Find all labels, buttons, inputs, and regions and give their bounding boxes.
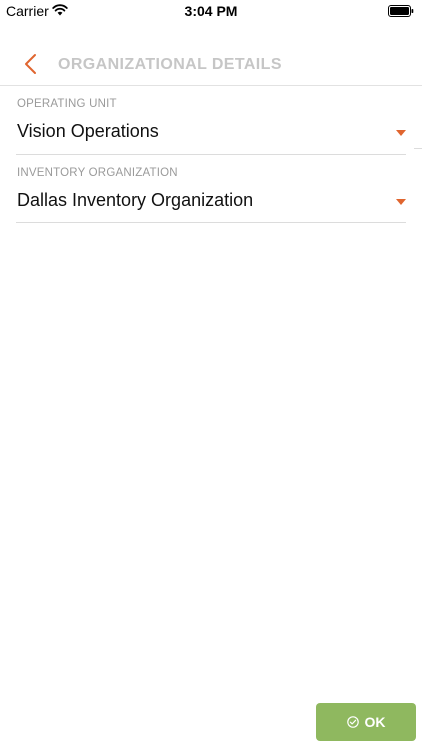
dropdown-arrow-icon[interactable]	[396, 199, 406, 205]
battery-icon	[388, 5, 414, 17]
back-icon[interactable]	[20, 52, 42, 76]
divider	[414, 148, 422, 149]
ok-label: OK	[364, 714, 386, 730]
check-circle-icon	[346, 716, 359, 728]
ok-button[interactable]: OK	[316, 703, 416, 741]
status-time: 3:04 PM	[184, 3, 238, 19]
page-title: ORGANIZATIONAL DETAILS	[58, 56, 282, 73]
dropdown-arrow-icon[interactable]	[396, 130, 406, 136]
inventory-organization-field[interactable]: INVENTORY ORGANIZATION Dallas Inventory …	[16, 167, 406, 223]
inventory-organization-value[interactable]: Dallas Inventory Organization	[17, 190, 253, 211]
status-bar: Carrier 3:04 PM	[0, 0, 422, 22]
header: ORGANIZATIONAL DETAILS	[0, 42, 422, 86]
operating-unit-field[interactable]: OPERATING UNIT Vision Operations	[16, 98, 406, 155]
operating-unit-label: OPERATING UNIT	[17, 98, 117, 110]
operating-unit-value[interactable]: Vision Operations	[17, 121, 159, 142]
inventory-organization-label: INVENTORY ORGANIZATION	[17, 167, 178, 179]
